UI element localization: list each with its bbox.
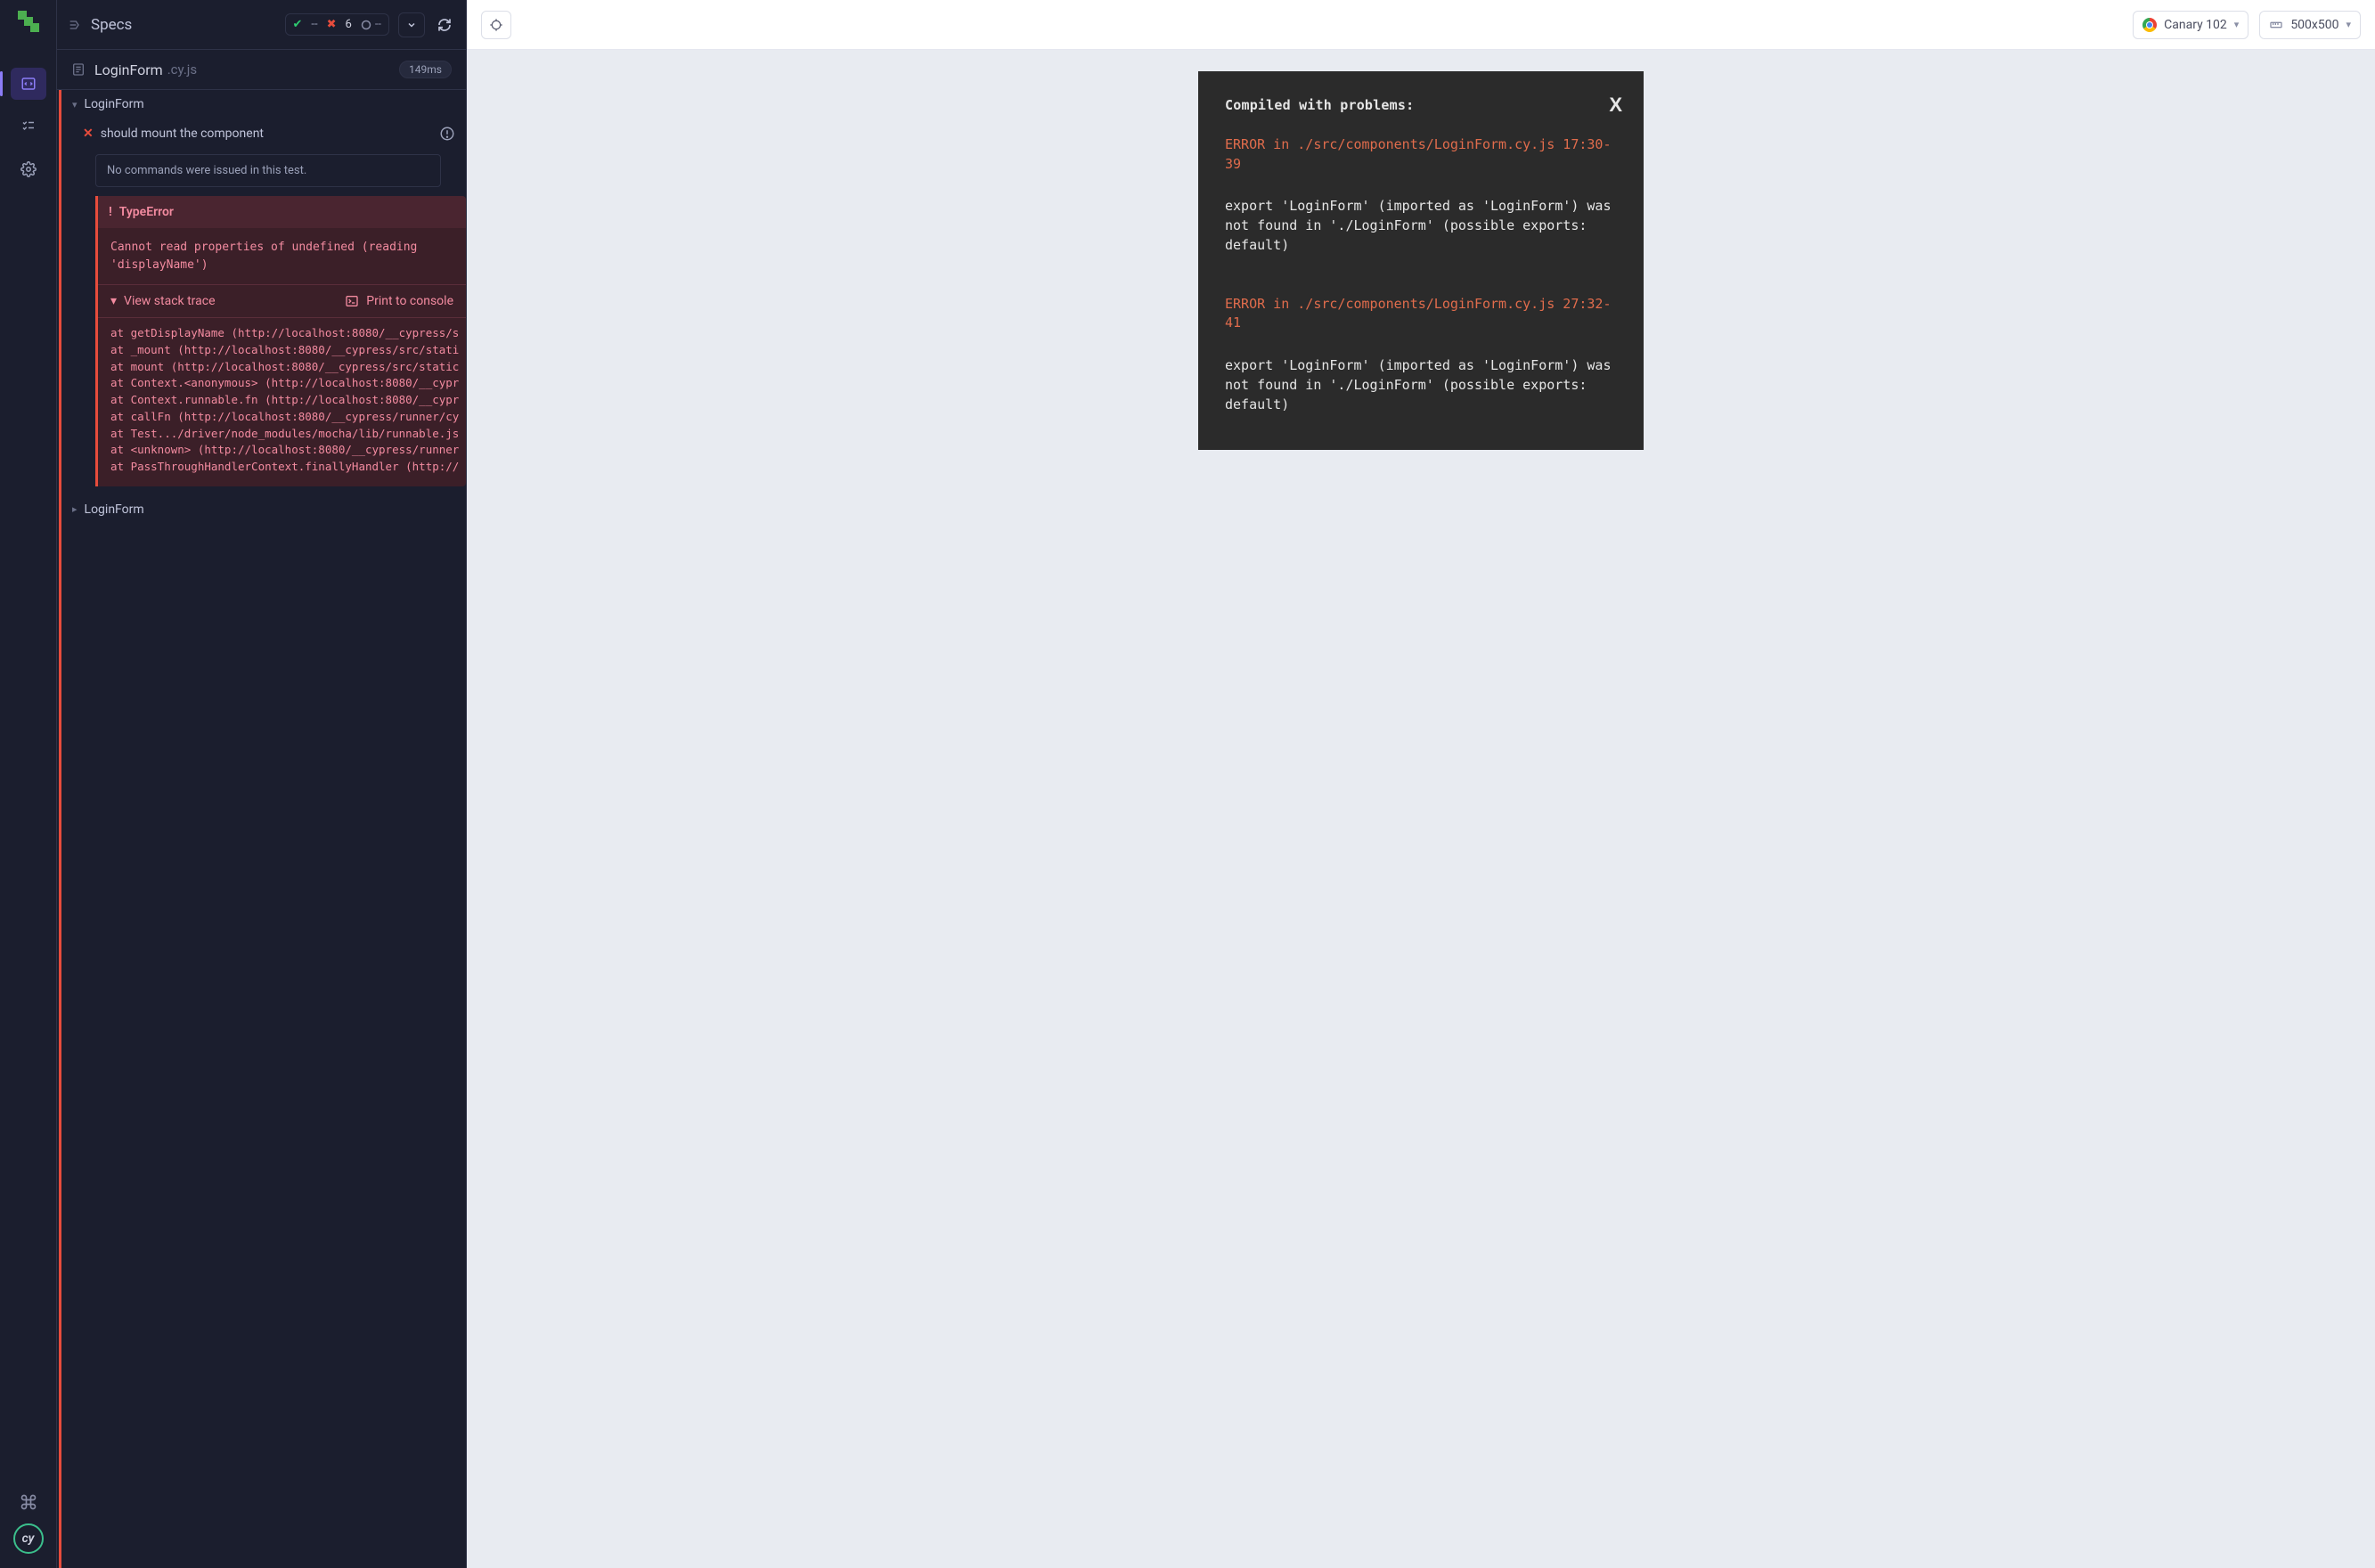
stack-line: at callFn (http://localhost:8080/__cypre… <box>110 409 466 426</box>
stack-line: at getDisplayName (http://localhost:8080… <box>110 325 466 342</box>
nav-specs[interactable] <box>11 68 46 100</box>
spec-duration: 149ms <box>399 61 452 78</box>
chrome-icon <box>2142 18 2157 32</box>
stack-line: at Context.<anonymous> (http://localhost… <box>110 375 466 392</box>
stack-trace: at getDisplayName (http://localhost:8080… <box>98 318 466 486</box>
gear-icon <box>20 161 37 177</box>
test-row[interactable]: ✕ should mount the component <box>61 118 466 149</box>
spec-file-header: LoginForm .cy.js 149ms <box>57 50 466 90</box>
browser-selector[interactable]: Canary 102 ▾ <box>2133 11 2248 39</box>
nav-runs[interactable] <box>11 110 46 143</box>
chevron-right-icon: ▸ <box>72 503 78 515</box>
stack-line: at mount (http://localhost:8080/__cypres… <box>110 359 466 376</box>
chevron-down-icon: ▾ <box>110 294 117 308</box>
bang-icon: ! <box>109 205 112 219</box>
stack-line: at PassThroughHandlerContext.finallyHand… <box>110 459 466 476</box>
chevron-down-icon: ▾ <box>72 99 78 110</box>
reporter-panel: Specs ✔ -- ✖ 6 -- LoginForm .cy.js 149ms… <box>57 0 467 1568</box>
view-stack-label: View stack trace <box>124 294 215 308</box>
aut-panel: Canary 102 ▾ 500x500 ▾ X Compiled with p… <box>467 0 2375 1568</box>
suite-row-closed[interactable]: ▸ LoginForm <box>61 495 466 524</box>
no-commands-message: No commands were issued in this test. <box>95 154 441 187</box>
nav-rail: cy <box>0 0 57 1568</box>
browser-label: Canary 102 <box>2164 18 2227 32</box>
viewport-label: 500x500 <box>2290 18 2338 32</box>
fail-icon: ✕ <box>83 127 94 141</box>
breadcrumb-icon <box>68 18 82 32</box>
print-console-label: Print to console <box>366 294 453 308</box>
aut-toolbar: Canary 102 ▾ 500x500 ▾ <box>467 0 2375 50</box>
stack-line: at Test.../driver/node_modules/mocha/lib… <box>110 426 466 443</box>
error-message: Cannot read properties of undefined (rea… <box>98 228 466 285</box>
chevron-down-icon: ▾ <box>2346 19 2351 30</box>
overlay-error-body: export 'LoginForm' (imported as 'LoginFo… <box>1225 356 1617 414</box>
pass-icon: ✔ <box>293 18 303 31</box>
warning-icon <box>439 126 455 142</box>
test-body: ▾ LoginForm ✕ should mount the component… <box>59 90 466 1568</box>
error-type: TypeError <box>119 205 174 219</box>
fail-count: 6 <box>346 18 352 31</box>
close-overlay-button[interactable]: X <box>1609 91 1622 119</box>
stack-line: at Context.runnable.fn (http://localhost… <box>110 392 466 409</box>
pending-group: -- <box>361 18 381 31</box>
stack-line: at _mount (http://localhost:8080/__cypre… <box>110 342 466 359</box>
error-header: ! TypeError <box>98 196 466 228</box>
aut-viewport: X Compiled with problems: ERROR in ./src… <box>467 50 2375 1568</box>
crosshair-icon <box>489 18 503 32</box>
ruler-icon <box>2269 18 2283 32</box>
refresh-icon <box>437 18 452 32</box>
chevron-down-icon: ▾ <box>2234 19 2240 30</box>
spec-extension: .cy.js <box>167 61 197 78</box>
fail-icon: ✖ <box>327 18 337 31</box>
suite-name: LoginForm <box>85 502 144 517</box>
stack-line: at <unknown> (http://localhost:8080/__cy… <box>110 442 466 459</box>
print-to-console[interactable]: Print to console <box>345 294 453 308</box>
error-actions: ▾ View stack trace Print to console <box>98 285 466 318</box>
toggle-stack-trace[interactable]: ▾ View stack trace <box>110 294 216 308</box>
error-block: ! TypeError Cannot read properties of un… <box>95 196 466 486</box>
compile-error-overlay: X Compiled with problems: ERROR in ./src… <box>1198 71 1644 450</box>
nav-settings[interactable] <box>11 153 46 185</box>
list-check-icon <box>20 118 37 135</box>
keyboard-shortcuts[interactable] <box>20 1493 37 1511</box>
overlay-title: Compiled with problems: <box>1225 96 1617 116</box>
reporter-title: Specs <box>91 16 132 34</box>
test-title: should mount the component <box>101 127 264 141</box>
overlay-error-head: ERROR in ./src/components/LoginForm.cy.j… <box>1225 295 1617 334</box>
test-status-pill: ✔ -- ✖ 6 -- <box>285 13 390 36</box>
overlay-error-body: export 'LoginForm' (imported as 'LoginFo… <box>1225 197 1617 255</box>
file-icon <box>71 61 86 78</box>
viewport-selector[interactable]: 500x500 ▾ <box>2259 11 2361 39</box>
app-logo <box>18 11 39 32</box>
spec-name: LoginForm <box>94 61 163 78</box>
pending-icon <box>361 20 371 30</box>
suite-name: LoginForm <box>85 97 144 111</box>
suite-row-open[interactable]: ▾ LoginForm <box>61 90 466 118</box>
reporter-header: Specs ✔ -- ✖ 6 -- <box>57 0 466 50</box>
code-icon <box>20 76 37 92</box>
options-dropdown[interactable] <box>398 12 425 37</box>
overlay-error-head: ERROR in ./src/components/LoginForm.cy.j… <box>1225 135 1617 175</box>
pass-count: -- <box>311 18 317 31</box>
chevron-down-icon <box>406 20 417 30</box>
command-icon <box>20 1493 37 1511</box>
selector-playground-button[interactable] <box>481 11 511 39</box>
terminal-icon <box>345 294 359 308</box>
rerun-button[interactable] <box>434 12 455 37</box>
pending-count: -- <box>375 18 381 31</box>
cypress-badge[interactable]: cy <box>13 1523 44 1554</box>
